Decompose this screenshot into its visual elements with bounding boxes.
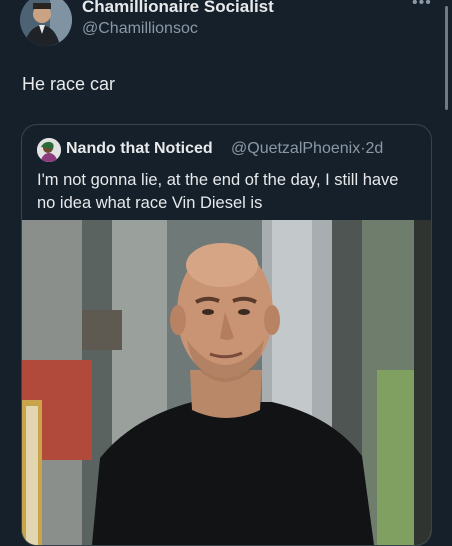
quoted-tweet-text: I'm not gonna lie, at the end of the day… xyxy=(37,171,399,212)
author-avatar[interactable] xyxy=(20,0,72,46)
tweet-text: He race car xyxy=(22,74,116,94)
quoted-avatar-image xyxy=(37,138,61,162)
photo-bald-man-image xyxy=(22,220,431,545)
author-handle[interactable]: @Chamillionsoc xyxy=(82,20,198,38)
quoted-author-name[interactable]: Nando that Noticed xyxy=(66,140,213,158)
quoted-timestamp[interactable]: 2d xyxy=(366,140,384,157)
scrollbar[interactable] xyxy=(445,6,448,110)
more-horizontal-icon[interactable]: ••• xyxy=(412,0,432,12)
quoted-author-avatar[interactable] xyxy=(37,138,61,162)
author-avatar-image xyxy=(20,0,72,46)
quoted-author-handle[interactable]: @QuetzalPhoenix xyxy=(231,140,360,157)
quoted-tweet[interactable]: Nando that Noticed @QuetzalPhoenix·2d I'… xyxy=(21,124,432,546)
quoted-author-meta[interactable]: @QuetzalPhoenix·2d xyxy=(231,140,383,158)
author-name[interactable]: Chamillionaire Socialist xyxy=(82,0,274,17)
quoted-tweet-photo[interactable] xyxy=(22,220,431,545)
